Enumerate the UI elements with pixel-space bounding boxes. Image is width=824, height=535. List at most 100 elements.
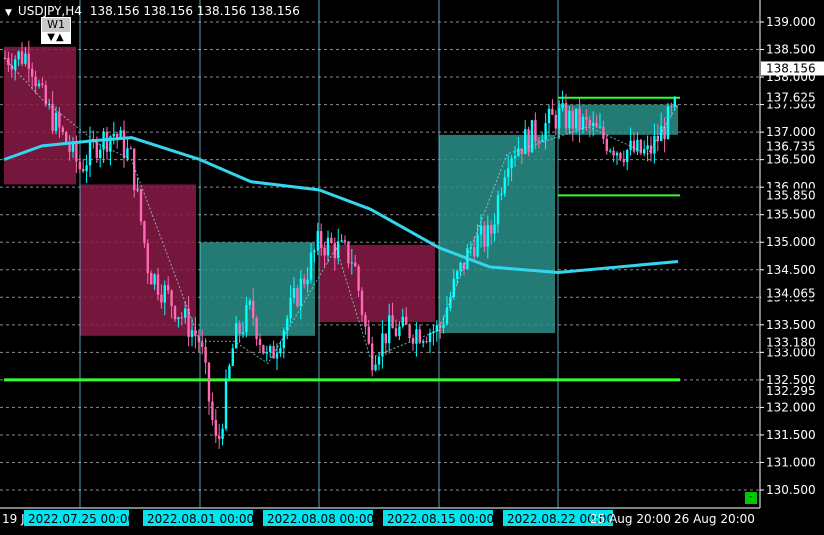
candle-body (551, 108, 554, 115)
price-tick-label: 133.500 (766, 318, 816, 332)
candle-body (445, 308, 449, 325)
price-tick-label: 135.500 (766, 208, 816, 222)
candle-body (177, 317, 180, 320)
candle-body (388, 315, 391, 344)
price-tick-label: 131.000 (766, 455, 816, 469)
candle-body (632, 140, 636, 152)
candle (398, 321, 401, 341)
candle-body (527, 129, 530, 153)
candle-body (330, 237, 333, 243)
candle-body (231, 348, 234, 366)
candle-body (391, 315, 394, 329)
candle-body (282, 330, 285, 349)
candle-body (313, 250, 316, 253)
candle (425, 336, 428, 344)
candle-body (269, 346, 272, 353)
candle (374, 356, 377, 372)
candle-body (537, 140, 540, 142)
candle (269, 344, 272, 358)
candle-body (609, 150, 612, 152)
candle (207, 361, 211, 415)
candle (218, 423, 221, 449)
candle-body (568, 110, 571, 129)
candle (524, 120, 527, 155)
time-label: 2022.08.08 00:00 (267, 512, 374, 526)
price-marker-label: 137.625 (766, 91, 816, 105)
candle-body (592, 122, 595, 127)
candle-body (456, 271, 459, 279)
candle-body (78, 161, 81, 170)
price-tick-label: 134.500 (766, 263, 816, 277)
candle-body (258, 339, 262, 346)
candle-body (377, 356, 381, 365)
candle (20, 42, 24, 67)
candle (432, 324, 435, 346)
candle-body (561, 103, 564, 109)
time-label: 2022.08.01 00:00 (147, 512, 254, 526)
candle-body (367, 326, 370, 344)
candle (122, 120, 126, 168)
candle-body (17, 51, 20, 60)
symbol-label: USDJPY,H4 (17, 4, 82, 18)
candle-body (119, 130, 122, 138)
chart-window[interactable]: 139.000 138.500 138.000 137.500 137.000 136.5… (0, 0, 824, 531)
candle-body (82, 169, 85, 172)
candle-body (663, 126, 666, 139)
candle (367, 319, 370, 345)
candle-body (524, 129, 527, 155)
candle-body (279, 348, 282, 354)
candle (527, 126, 530, 157)
candle-body (201, 342, 204, 347)
price-tick-label: 131.500 (766, 428, 816, 442)
time-label: 2022.07.25 00:00 (28, 512, 135, 526)
price-tick-label: 137.000 (766, 125, 816, 139)
candle-body (490, 225, 493, 234)
candle (622, 150, 625, 167)
candle-body (61, 127, 64, 133)
candle-body (615, 152, 619, 156)
candle (530, 119, 534, 153)
timeframe-arrows-icon[interactable]: ▼▲ (41, 32, 71, 44)
candle-body (156, 274, 160, 295)
candle-body (303, 278, 306, 285)
price-tick-label: 135.000 (766, 235, 816, 249)
price-tick-label: 136.500 (766, 153, 816, 167)
candle-body (646, 145, 649, 150)
candle-body (415, 329, 418, 344)
candle-body (306, 279, 309, 285)
candle-body (626, 150, 629, 162)
price-tick-label: 130.500 (766, 483, 816, 497)
candle (272, 340, 275, 359)
candle-body (262, 345, 265, 354)
chart-shift-button[interactable]: - (745, 492, 757, 504)
candle-body (24, 53, 27, 64)
candle-body (37, 83, 41, 87)
candle-body (75, 141, 78, 162)
candle-body (530, 120, 534, 153)
ohlc-label: 138.156 138.156 138.156 138.156 (89, 4, 300, 18)
candle-body (374, 364, 377, 371)
candle-body (85, 165, 88, 172)
candle (571, 106, 574, 142)
candle (296, 285, 299, 308)
candle-body (670, 106, 673, 108)
candle-body (27, 53, 30, 69)
candle-body (323, 247, 326, 256)
timeframe-badge[interactable]: W1 (41, 17, 71, 33)
candle-body (622, 158, 625, 162)
candle-body (296, 288, 299, 307)
candle-body (459, 262, 462, 272)
candle (119, 126, 122, 139)
price-chart[interactable]: 139.000138.500138.000137.500137.000136.5… (0, 0, 824, 531)
candle (609, 148, 612, 154)
candle-body (547, 108, 551, 124)
candle-body (598, 126, 602, 128)
candle (408, 323, 411, 343)
candle-body (20, 51, 24, 64)
candle-body (340, 240, 343, 242)
candle-body (602, 126, 605, 139)
menu-arrow-icon[interactable]: ▼ (5, 8, 12, 18)
price-axis-layer: 139.000138.500138.000137.500137.000136.5… (760, 15, 824, 497)
candle-body (143, 221, 146, 244)
candle (204, 338, 207, 375)
